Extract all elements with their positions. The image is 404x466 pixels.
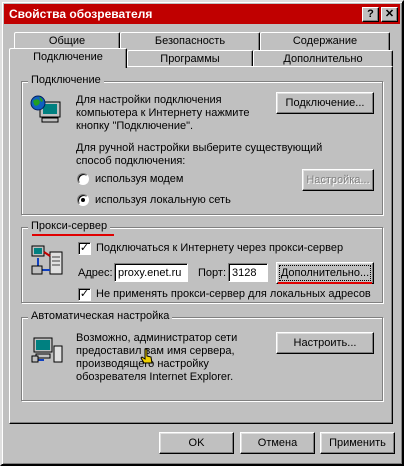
proxy-server-icon [31,245,63,275]
tab-connection[interactable]: Подключение [9,48,127,68]
port-label: Порт: [198,267,226,279]
auto-config-computer-icon [31,337,63,363]
address-input[interactable] [114,263,188,282]
auto-text-line2: предоставил вам имя сервера, [76,345,235,357]
settings-button-disabled: Настройка... [302,169,374,191]
connect-button[interactable]: Подключение... [276,92,374,114]
auto-text-line4: обозревателя Internet Explorer. [76,371,234,383]
cursor-hand-icon [140,348,153,364]
radio-modem-label[interactable]: используя модем [95,173,183,186]
ok-button[interactable]: OK [159,432,234,454]
bypass-local-label[interactable]: Не применять прокси-сервер для локальных… [96,288,371,301]
tab-security[interactable]: Безопасность [120,32,260,50]
close-button[interactable]: ✕ [381,6,398,22]
connection-legend: Подключение [28,74,104,86]
setup-text-line1: Для настройки подключения [76,94,222,106]
auto-config-group: Автоматическая настройка Возможно, админ… [21,310,383,401]
manual-text-line2: способ подключения: [76,155,186,167]
proxy-legend: Прокси-сервер [28,220,111,232]
title-bar[interactable]: Свойства обозревателя ? ✕ [4,4,400,24]
auto-config-legend: Автоматическая настройка [28,310,173,322]
cancel-button[interactable]: Отмена [240,432,315,454]
tab-content[interactable]: Содержание [260,32,390,50]
computer-globe-icon [30,95,61,123]
help-button[interactable]: ? [362,6,379,22]
advanced-button-underline [278,282,372,284]
radio-modem[interactable] [77,173,89,185]
use-proxy-label[interactable]: Подключаться к Интернету через прокси-се… [96,242,343,255]
auto-text-line1: Возможно, администратор сети [76,332,238,344]
radio-lan[interactable] [77,194,89,206]
window-title: Свойства обозревателя [9,7,153,21]
setup-text-line2: компьютера к Интернету нажмите [76,107,250,119]
advanced-proxy-button[interactable]: Дополнительно... [276,262,374,284]
auto-settings-button[interactable]: Настроить... [276,332,374,354]
proxy-group: Прокси-сервер ✓ Подключаться к Интернету… [21,220,383,303]
proxy-legend-underline [32,234,114,236]
tab-panel: Подключение Для настройки подключения ко… [9,66,393,424]
radio-lan-label[interactable]: используя локальную сеть [95,194,231,207]
bypass-local-checkbox[interactable]: ✓ [78,288,91,301]
address-label: Адрес: [78,267,113,279]
manual-text-line1: Для ручной настройки выберите существующ… [76,142,323,154]
apply-button[interactable]: Применить [320,432,395,454]
setup-text-line3: кнопку "Подключение". [76,120,194,132]
port-input[interactable] [228,263,268,282]
connection-group: Подключение Для настройки подключения ко… [21,74,383,215]
use-proxy-checkbox[interactable]: ✓ [78,242,91,255]
